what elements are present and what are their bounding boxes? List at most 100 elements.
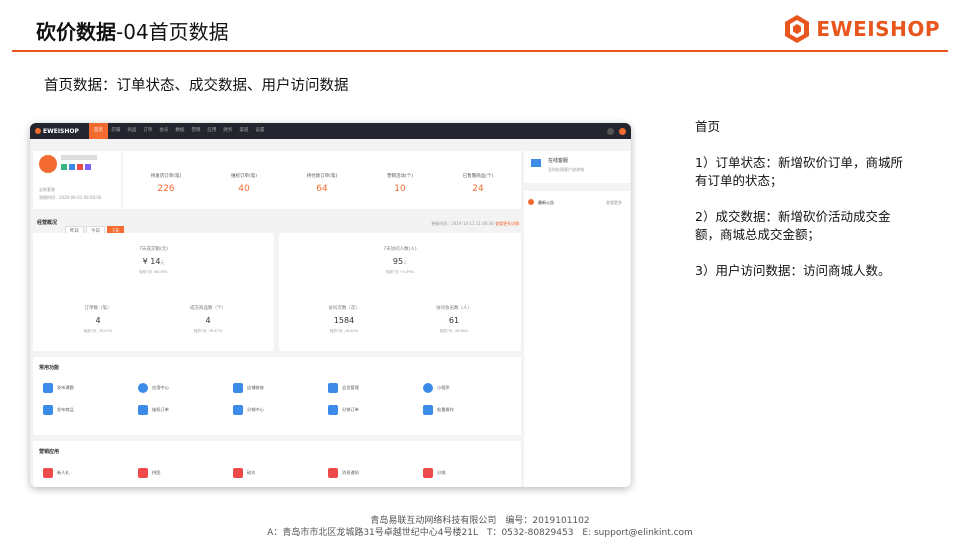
visitors-label: 7天访问人数(人): [383, 247, 417, 252]
function-label: 分销中心: [247, 407, 264, 412]
nav-item[interactable]: 营销: [188, 123, 204, 139]
function-icon: [138, 383, 148, 393]
sales-overview-card: 7天成交额(元) ¥ 14元 较前7天 -66.76% 订单数（笔） 4 较前7…: [33, 233, 274, 351]
common-function-item[interactable]: 维权订单: [138, 405, 169, 415]
hexagon-logo-icon: [785, 15, 810, 43]
function-icon: [233, 383, 243, 393]
marketing-apps-title: 营销应用: [39, 449, 60, 455]
common-function-item[interactable]: 批量操作: [423, 405, 454, 415]
common-function-item[interactable]: 小程序: [423, 383, 450, 393]
logo-icon: [35, 128, 41, 134]
stat-label: 待发货订单(笔): [150, 174, 182, 179]
stat-item[interactable]: 待发货订单(笔) 226: [127, 151, 205, 194]
service-title: 在线客服: [548, 158, 569, 164]
member-visit-compare: 较前7天 -16.66%: [439, 329, 469, 333]
overview-title: 经营概况: [37, 220, 58, 226]
function-icon: [328, 383, 338, 393]
nav-item[interactable]: 财务: [220, 123, 236, 139]
function-icon: [423, 383, 433, 393]
visitors-compare: 较前7天 +4.39%: [386, 270, 414, 274]
app-logo: EWEISHOP: [35, 128, 79, 135]
visit-overview-card: 7天访问人数(人) 95人 较前7天 +4.39% 访问次数（次） 1584 较…: [279, 233, 521, 351]
sales-value: ¥ 14: [142, 257, 161, 266]
nav-item[interactable]: 会员: [156, 123, 172, 139]
member-visit-value: 61: [448, 316, 460, 325]
visit-count-value: 1584: [333, 316, 355, 325]
goods-count-value: 4: [205, 316, 211, 325]
stat-item[interactable]: 维权订单(笔) 40: [205, 151, 283, 194]
common-function-item[interactable]: 分销订单: [328, 405, 359, 415]
nav-item[interactable]: 数据: [172, 123, 188, 139]
function-label: 店铺装修: [247, 385, 264, 390]
shop-expire: 到期时间：2020-06-01 00:00:00: [39, 195, 102, 200]
overview-more-link[interactable]: 查看更多详情: [495, 221, 519, 226]
stat-label: 待付款订单(笔): [306, 174, 338, 179]
sales-unit: 元: [160, 260, 165, 265]
common-function-item[interactable]: 会员管理: [328, 383, 359, 393]
title-underline: [12, 50, 948, 52]
function-label: 小程序: [437, 385, 450, 390]
notice-label: 最新公告: [538, 200, 554, 205]
marketing-label: 新人礼: [57, 470, 70, 475]
marketing-app-item[interactable]: 消息通知: [328, 468, 359, 478]
marketing-app-item[interactable]: 分销: [423, 468, 445, 478]
nav-item[interactable]: 首页: [88, 123, 108, 139]
nav-item[interactable]: 设置: [252, 123, 268, 139]
logo-text: EWEISHOP: [816, 17, 940, 41]
chat-icon: [531, 159, 541, 167]
stat-item[interactable]: 已售罄商品(个) 24: [439, 151, 517, 194]
footer-contact: A：青岛市市北区龙城路31号卓越世纪中心4号楼21L T：0532-808294…: [267, 528, 693, 538]
notes-item-2: 2）成交数据：新增砍价活动成交金额，商城总成交金额；: [695, 209, 891, 242]
order-count-label: 订单数（笔）: [84, 306, 112, 311]
function-icon: [43, 383, 53, 393]
stat-item[interactable]: 营销活动(个) 10: [361, 151, 439, 194]
marketing-icon: [43, 468, 53, 478]
goods-count-compare: 较前7天 -76.47%: [193, 329, 223, 333]
notice-icon: [528, 199, 534, 205]
avatar[interactable]: [619, 127, 626, 135]
function-label: 批量操作: [437, 407, 454, 412]
stat-label: 维权订单(笔): [230, 174, 257, 179]
common-function-item[interactable]: 分销中心: [233, 405, 264, 415]
stat-value: 40: [238, 184, 250, 194]
common-function-item[interactable]: 发布商品: [43, 405, 74, 415]
nav-item[interactable]: 订单: [140, 123, 156, 139]
common-functions-card: 常用功能 发布课题 应用中心 店铺装修 会员管理 小程序发布商品 维权订单 分销中心 分销订单…: [33, 357, 521, 435]
function-label: 发布课题: [57, 385, 74, 390]
nav-item[interactable]: 商品: [124, 123, 140, 139]
nav-item[interactable]: 应用: [204, 123, 220, 139]
sales-label: 7天成交额(元): [139, 247, 168, 252]
help-icon[interactable]: [607, 127, 614, 135]
order-stats-card: 待发货订单(笔) 226 维权订单(笔) 40 待付款订单(笔) 64 营销活动(个) 10 已…: [123, 151, 521, 209]
notes-item-1: 1）订单状态：新增砍价订单，商城所有订单的状态；: [695, 155, 903, 188]
marketing-app-item[interactable]: 新人礼: [43, 468, 70, 478]
slide-subtitle: 首页数据：订单状态、成交数据、用户访问数据: [44, 78, 349, 94]
common-functions-title: 常用功能: [39, 365, 60, 371]
common-function-item[interactable]: 店铺装修: [233, 383, 264, 393]
marketing-app-item[interactable]: 砍价: [233, 468, 255, 478]
marketing-label: 拼团: [152, 470, 161, 475]
visit-count-label: 访问次数（次）: [328, 306, 360, 311]
service-card[interactable]: 在线客服 及时处理客户咨询和: [524, 151, 630, 183]
notes-item-3: 3）用户访问数据：访问商城人数。: [695, 263, 891, 278]
marketing-app-item[interactable]: 拼团: [138, 468, 160, 478]
common-function-item[interactable]: 应用中心: [138, 383, 169, 393]
nav-item[interactable]: 店铺: [108, 123, 124, 139]
notice-card: 最新公告 查看更多: [524, 191, 630, 487]
function-label: 会员管理: [342, 385, 359, 390]
function-label: 发布商品: [57, 407, 74, 412]
nav-item[interactable]: 渠道: [236, 123, 252, 139]
marketing-label: 砍价: [247, 470, 256, 475]
function-label: 维权订单: [152, 407, 169, 412]
function-label: 应用中心: [152, 385, 169, 390]
common-function-item[interactable]: 发布课题: [43, 383, 74, 393]
shop-avatar: [39, 155, 57, 173]
function-icon: [43, 405, 53, 415]
function-icon: [233, 405, 243, 415]
goods-count-label: 成交商品数（个）: [190, 306, 226, 311]
visitors-unit: 人: [403, 260, 408, 265]
marketing-icon: [328, 468, 338, 478]
visitors-value: 95: [392, 257, 404, 266]
stat-item[interactable]: 待付款订单(笔) 64: [283, 151, 361, 194]
notice-more-link[interactable]: 查看更多: [606, 200, 622, 206]
